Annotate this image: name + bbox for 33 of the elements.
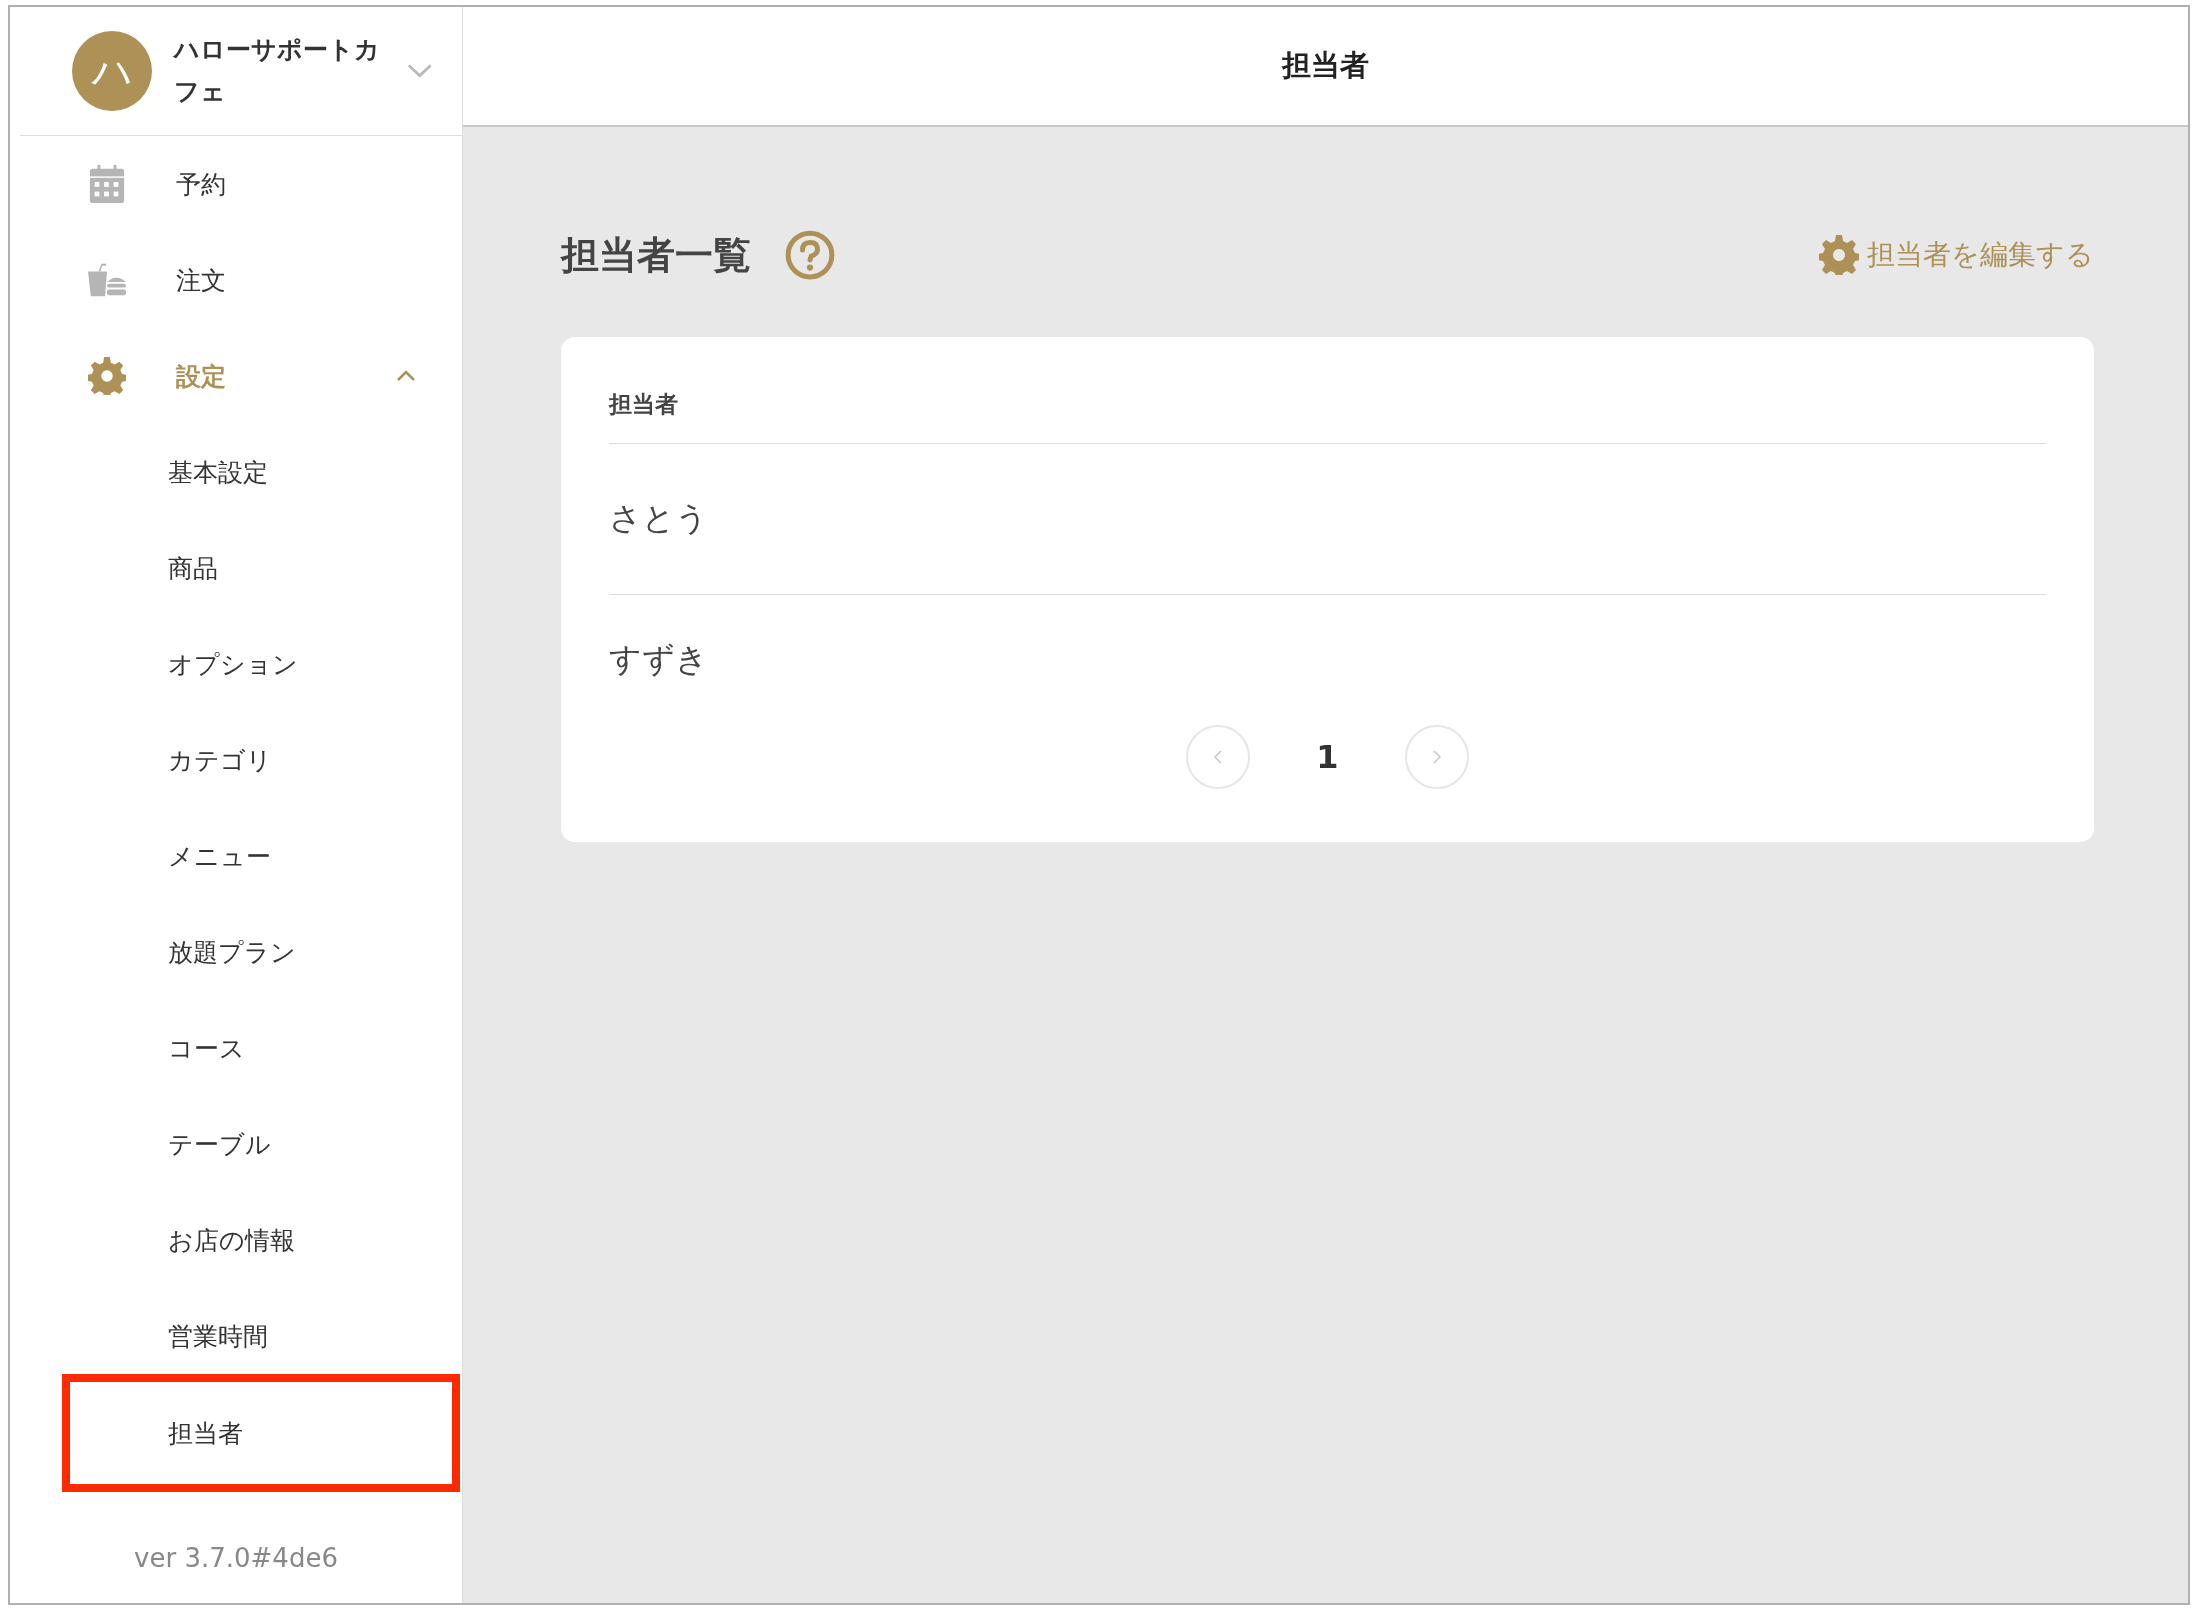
settings-icon xyxy=(1819,235,1859,275)
submenu-item[interactable]: メニュー xyxy=(10,808,462,904)
nav-item[interactable]: 注文 xyxy=(10,232,462,328)
nav-item[interactable]: 予約 xyxy=(10,136,462,232)
submenu-item[interactable]: お店の情報 xyxy=(10,1192,462,1288)
chevron-left-icon xyxy=(1213,749,1224,765)
help-icon[interactable] xyxy=(785,230,835,280)
drink-and-burger-icon xyxy=(88,261,126,299)
chevron-down-icon[interactable] xyxy=(406,63,432,79)
nav-label: 設定 xyxy=(176,360,226,393)
submenu-item[interactable]: コース xyxy=(10,1000,462,1096)
submenu-item[interactable]: カテゴリ xyxy=(10,712,462,808)
table-cell-text: すずき xyxy=(609,639,709,680)
submenu-item[interactable]: 放題プラン xyxy=(10,904,462,1000)
submenu-item[interactable]: 担当者 xyxy=(62,1374,460,1492)
page-title: 担当者一覧 xyxy=(561,231,751,279)
submenu-item[interactable]: オプション xyxy=(10,616,462,712)
store-avatar: ハ xyxy=(72,31,152,111)
submenu-item[interactable]: 基本設定 xyxy=(10,424,462,520)
page-header-title: 担当者 xyxy=(1282,47,1369,84)
settings-icon xyxy=(88,357,126,395)
chevron-right-icon xyxy=(1431,749,1442,765)
submenu-item[interactable]: 商品 xyxy=(10,520,462,616)
calendar-icon xyxy=(88,165,126,203)
submenu-item[interactable]: テーブル xyxy=(10,1096,462,1192)
table-cell: さとう xyxy=(609,444,2046,595)
nav-label: 予約 xyxy=(176,168,226,201)
store-name: ハローサポートカフェ xyxy=(174,34,381,108)
column-header: 担当者 xyxy=(609,365,2046,444)
page-number[interactable]: 1 xyxy=(1316,738,1339,776)
nav-label: 注文 xyxy=(176,264,226,297)
edit-link-label: 担当者を編集する xyxy=(1867,237,2094,273)
version-label: ver 3.7.0#4de6 xyxy=(133,1543,339,1573)
